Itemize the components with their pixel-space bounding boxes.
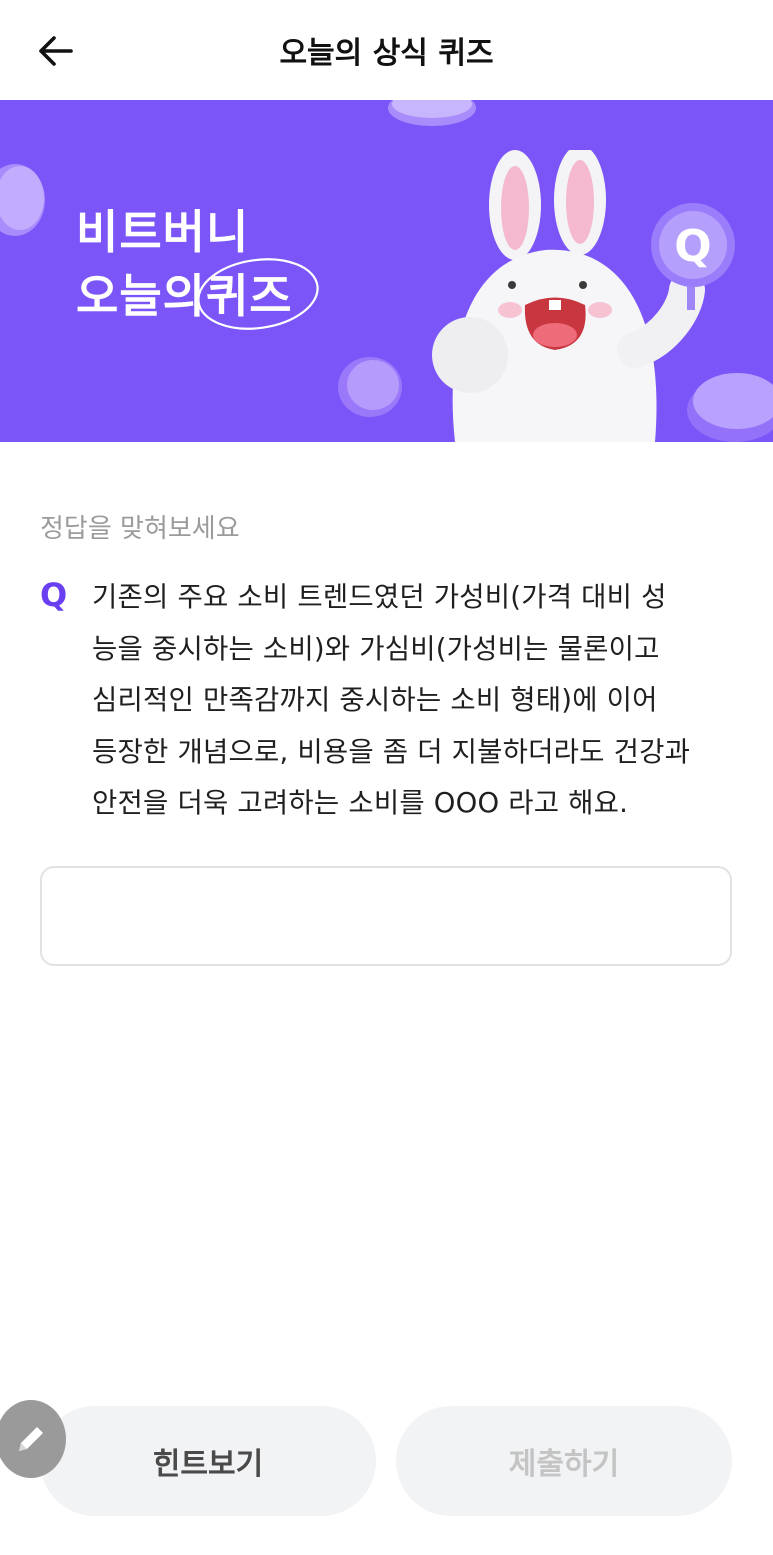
question-line: 안전을 더욱 고려하는 소비를 OOO 라고 해요. xyxy=(92,787,629,819)
page-title: 오늘의 상식 퀴즈 xyxy=(279,36,494,71)
coin-decoration xyxy=(338,357,402,417)
quiz-subtitle: 정답을 맞혀보세요 xyxy=(40,514,240,544)
banner-title-prefix: 오늘의 xyxy=(76,269,206,323)
coin-decoration xyxy=(0,164,45,236)
question-mark-label: Q xyxy=(40,576,68,614)
submit-button[interactable]: 제출하기 xyxy=(396,1406,732,1516)
banner-title: 비트버니 오늘의 퀴즈 xyxy=(76,200,319,330)
quiz-question: Q 기존의 주요 소비 트렌드였던 가성비(가격 대비 성 능을 중시하는 소비… xyxy=(40,572,740,830)
question-line: 등장한 개념으로, 비용을 좀 더 지불하더라도 건강과 xyxy=(92,735,691,768)
question-line: 기존의 주요 소비 트렌드였던 가성비(가격 대비 성 xyxy=(92,581,667,613)
question-line: 심리적인 만족감까지 중시하는 소비 형태)에 이어 xyxy=(92,684,658,716)
question-text: 기존의 주요 소비 트렌드였던 가성비(가격 대비 성 능을 중시하는 소비)와… xyxy=(92,572,740,830)
question-line: 능을 중시하는 소비)와 가심비(가성비는 물론이고 xyxy=(92,632,660,665)
bunny-mascot-illustration: Q xyxy=(432,150,735,442)
pencil-icon xyxy=(19,1427,43,1451)
hint-button[interactable]: 힌트보기 xyxy=(40,1406,376,1516)
banner-title-line2: 오늘의 퀴즈 xyxy=(76,258,319,330)
quiz-banner: 비트버니 오늘의 퀴즈 Q xyxy=(0,100,773,442)
answer-input[interactable] xyxy=(40,866,732,966)
banner-title-circled: 퀴즈 xyxy=(197,258,319,330)
badge-letter: Q xyxy=(674,221,711,272)
app-header: 오늘의 상식 퀴즈 xyxy=(0,0,773,100)
coin-decoration xyxy=(388,100,476,126)
